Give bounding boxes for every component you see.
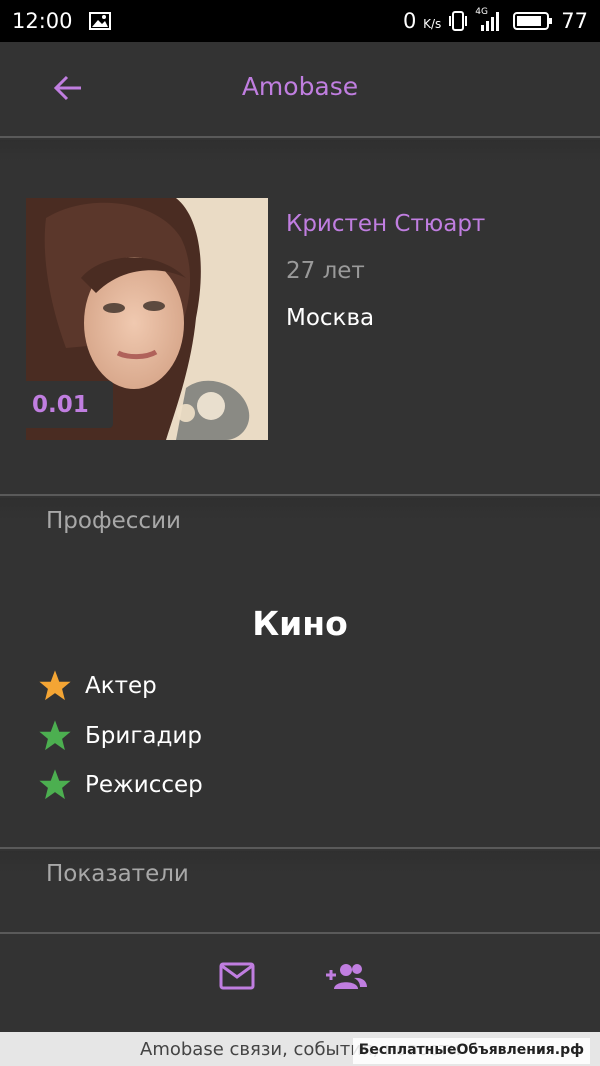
network-speed-unit: K/s <box>423 17 442 31</box>
message-button[interactable] <box>213 954 261 998</box>
group-add-icon <box>326 964 367 989</box>
profession-item: Режиссер <box>38 767 203 803</box>
vibrate-icon <box>449 11 468 31</box>
star-icon <box>39 720 71 751</box>
battery-icon <box>513 12 553 30</box>
person-city: Москва <box>286 305 375 331</box>
profession-label: Актер <box>85 673 157 699</box>
watermark: БесплатныеОбъявления.рф <box>352 1038 590 1064</box>
toolbar-divider <box>0 136 600 138</box>
rating-badge: 0.01 <box>26 381 113 428</box>
add-contact-button[interactable] <box>322 954 370 998</box>
toolbar: Amobase <box>0 42 600 136</box>
professions-divider <box>0 847 600 849</box>
profession-item: Бригадир <box>38 718 202 754</box>
toolbar-shadow <box>0 140 600 162</box>
profession-label: Режиссер <box>85 772 203 798</box>
network-speed-value: 0 <box>403 9 417 33</box>
status-right: 0 K/s 4G 77 <box>403 7 588 33</box>
image-notification-icon <box>88 12 111 30</box>
status-time: 12:00 <box>12 9 73 33</box>
profile-divider <box>0 494 600 496</box>
profession-label: Бригадир <box>85 723 202 749</box>
battery-level: 77 <box>561 9 588 33</box>
status-bar: 12:00 0 K/s 4G 77 <box>0 0 600 42</box>
network-speed: 0 K/s <box>403 9 441 33</box>
bottom-action-bar <box>0 934 600 1032</box>
category-title: Кино <box>252 604 348 643</box>
mail-icon <box>219 962 255 990</box>
star-icon <box>39 769 71 800</box>
person-age: 27 лет <box>286 258 365 284</box>
professions-header: Профессии <box>46 508 181 534</box>
star-icon <box>39 670 71 701</box>
profession-item: Актер <box>38 668 157 704</box>
app-title: Amobase <box>241 72 359 101</box>
person-name: Кристен Стюарт <box>286 211 486 237</box>
signal-icon: 4G <box>475 7 505 33</box>
indicators-header: Показатели <box>46 861 189 887</box>
